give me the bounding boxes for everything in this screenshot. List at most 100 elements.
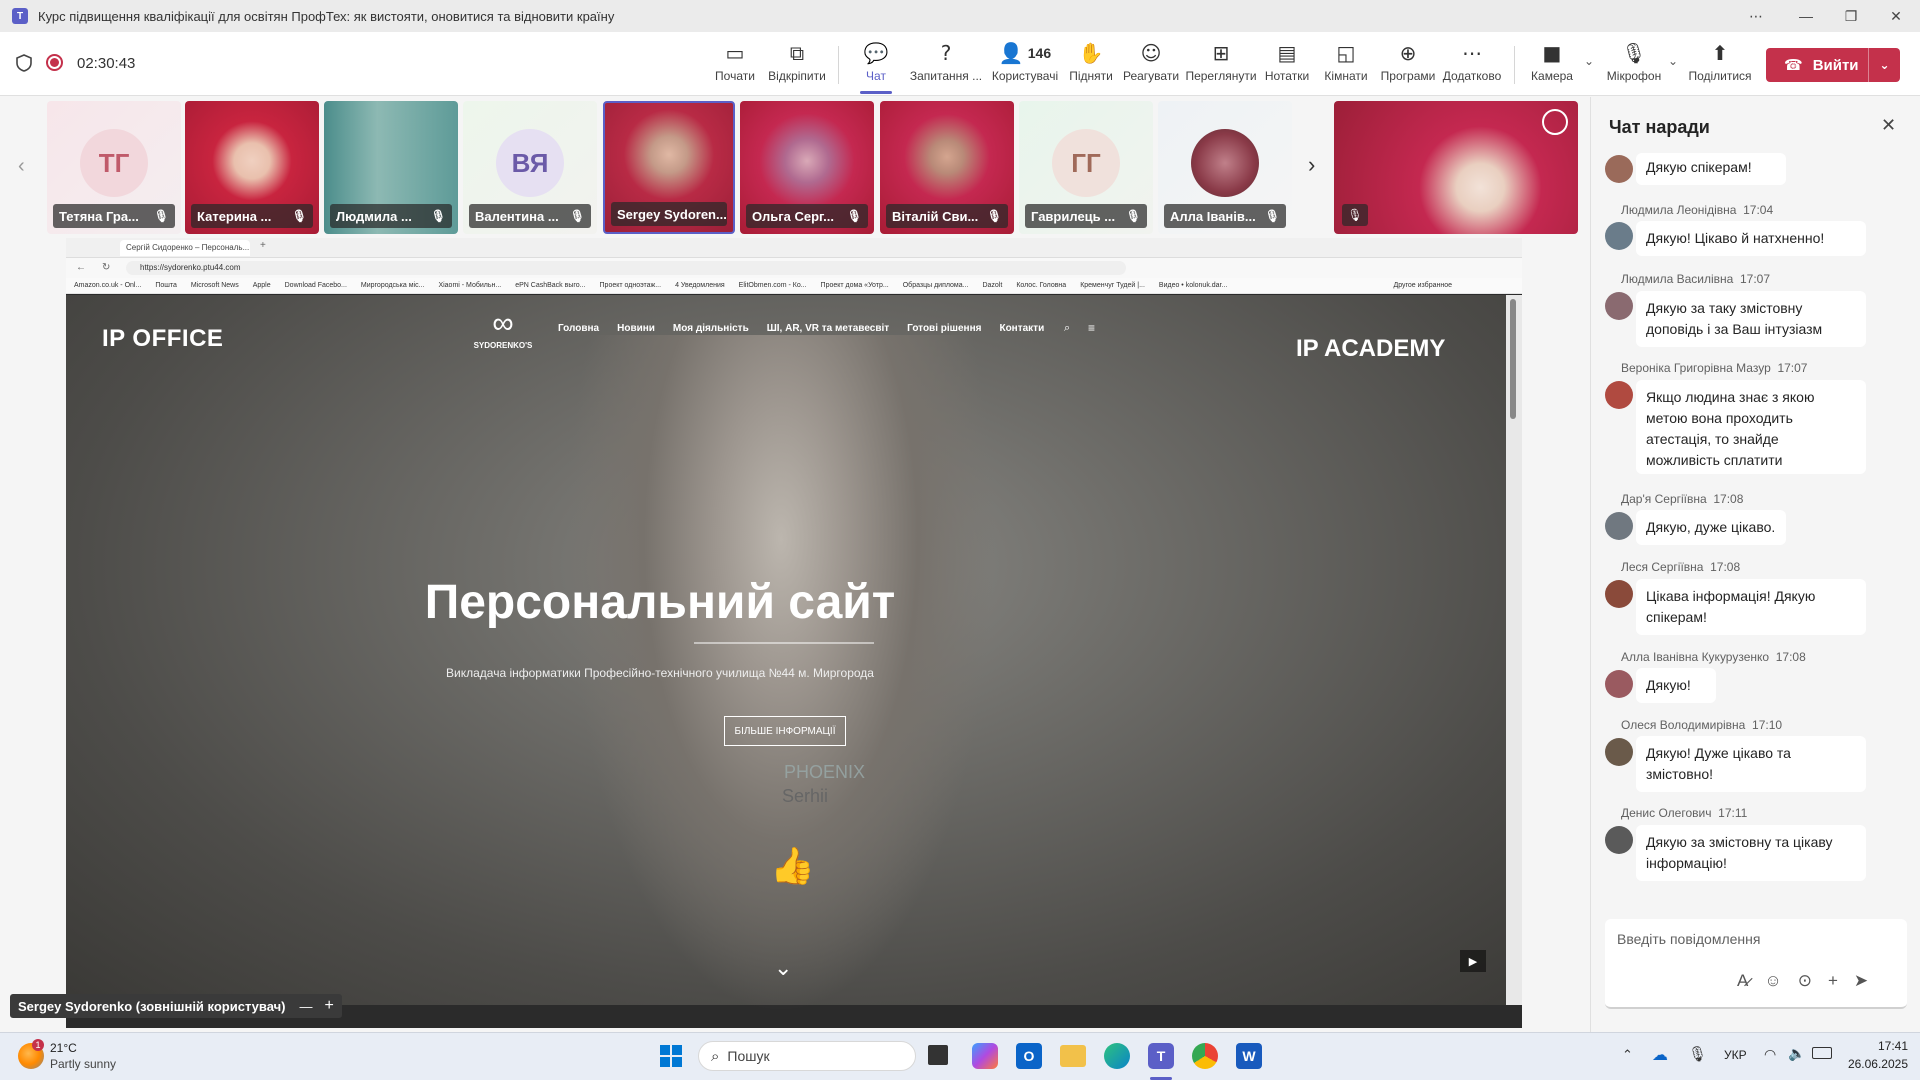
browser-tab[interactable]: Сергій Сидоренко – Персональ... — [120, 240, 250, 256]
close-chat-icon[interactable]: ✕ — [1881, 115, 1896, 136]
volume-icon[interactable]: 🔈 — [1788, 1045, 1805, 1062]
more-info-button[interactable]: БІЛЬШЕ ІНФОРМАЦІЇ — [724, 716, 846, 746]
apps-button[interactable]: ⊕ Програми — [1372, 40, 1444, 92]
attach-plus-icon[interactable]: + — [1828, 971, 1838, 991]
emoji-icon[interactable]: ☺ — [1764, 971, 1781, 991]
participant-tile[interactable]: Катерина ... 🎙 — [185, 101, 319, 234]
mic-button[interactable]: 🎙 Мікрофон — [1598, 40, 1670, 92]
bookmark[interactable]: ElitObmen.com - Ко... — [739, 282, 807, 289]
clock-date[interactable]: 26.06.2025 — [1840, 1057, 1908, 1071]
leave-options-chevron-icon[interactable]: ⌄ — [1868, 48, 1900, 82]
featured-speaker-tile[interactable]: 🎙 — [1334, 101, 1578, 234]
edge-icon[interactable] — [1104, 1043, 1130, 1069]
bookmark[interactable]: Xiaomi - Мобильн... — [438, 282, 501, 289]
nav-solutions[interactable]: Готові рішення — [907, 323, 981, 334]
scrollbar[interactable] — [1506, 295, 1522, 1005]
participant-tile[interactable]: Людмила ... 🎙 — [324, 101, 458, 234]
battery-icon[interactable] — [1812, 1047, 1832, 1059]
popout-button[interactable]: ⧉ Відкріпити — [761, 40, 833, 92]
reload-icon[interactable]: ↻ — [102, 262, 110, 273]
send-icon[interactable]: ➤ — [1854, 971, 1868, 991]
bookmark[interactable]: Apple — [253, 282, 271, 289]
message-input[interactable]: Введіть повідомлення — [1617, 931, 1760, 947]
tray-overflow-icon[interactable]: ⌃ — [1622, 1047, 1633, 1063]
camera-options-chevron-icon[interactable]: ⌄ — [1584, 54, 1594, 68]
bookmark[interactable]: 4 Уведомления — [675, 282, 725, 289]
start-menu-icon[interactable] — [660, 1045, 682, 1067]
taskbar-search[interactable]: ⌕ Пошук — [698, 1041, 916, 1071]
nav-home[interactable]: Головна — [558, 323, 599, 334]
event-logo-icon — [1542, 109, 1568, 135]
site-menu-icon[interactable]: ≡ — [1088, 321, 1095, 335]
chat-button[interactable]: 💬 Чат — [840, 40, 912, 94]
more-options-icon[interactable]: ⋯ — [1733, 0, 1779, 32]
nav-news[interactable]: Новини — [617, 323, 655, 334]
bookmark[interactable]: Download Facebo... — [285, 282, 347, 289]
outlook-icon[interactable]: O — [1016, 1043, 1042, 1069]
bookmark[interactable]: Другое избранное — [1393, 282, 1452, 289]
participant-name: Тетяна Гра... — [59, 208, 139, 224]
url-field[interactable]: https://sydorenko.ptu44.com — [126, 261, 1126, 275]
bookmark[interactable]: Проект дома «Уотр... — [821, 282, 889, 289]
back-icon[interactable]: ← — [76, 262, 86, 273]
share-button[interactable]: ⬆ Поділитися — [1684, 40, 1756, 92]
onedrive-icon[interactable]: ☁ — [1652, 1045, 1668, 1065]
clock-time[interactable]: 17:41 — [1858, 1039, 1908, 1053]
bookmark[interactable]: Кременчуг Тудей |... — [1080, 282, 1145, 289]
bookmark[interactable]: Образцы диплома... — [903, 282, 969, 289]
language-indicator[interactable]: УКР — [1724, 1048, 1747, 1062]
message-compose-box[interactable]: Введіть повідомлення A̷ ☺ ⊙ + ➤ — [1605, 919, 1907, 1009]
view-button[interactable]: ⊞ Переглянути — [1185, 40, 1257, 92]
strip-prev-arrow-icon[interactable]: ‹ — [18, 155, 25, 178]
title-bar: T Курс підвищення кваліфікації для освіт… — [0, 0, 1920, 32]
bookmark[interactable]: ePN CashBack выго... — [515, 282, 585, 289]
participant-tile[interactable]: Алла Іванів... 🎙 — [1158, 101, 1292, 234]
task-view-icon[interactable] — [928, 1045, 948, 1065]
react-button[interactable]: ☺ Реагувати — [1115, 40, 1187, 92]
zoom-in-icon[interactable]: + — [325, 997, 334, 1015]
new-tab-icon[interactable]: + — [260, 240, 266, 251]
camera-button[interactable]: ■ Камера — [1516, 40, 1588, 92]
wifi-icon[interactable]: ◠ — [1764, 1046, 1776, 1063]
strip-next-arrow-icon[interactable]: › — [1308, 152, 1315, 178]
bookmark[interactable]: Dazolt — [982, 282, 1002, 289]
close-window-button[interactable]: ✕ — [1873, 0, 1919, 32]
site-search-icon[interactable]: ⌕ — [1064, 322, 1070, 335]
format-icon[interactable]: A̷ — [1737, 971, 1748, 991]
bookmark[interactable]: Проект одноэтаж... — [600, 282, 662, 289]
participant-tile[interactable]: Віталій Сви... 🎙 — [880, 101, 1014, 234]
participant-tile[interactable]: ВЯ Валентина ... 🎙 — [463, 101, 597, 234]
bookmark[interactable]: Колос. Головна — [1016, 282, 1066, 289]
restore-button[interactable]: ❐ — [1828, 0, 1874, 32]
bookmark[interactable]: Миргородська міс... — [361, 282, 425, 289]
copilot-icon[interactable] — [972, 1043, 998, 1069]
loop-icon[interactable]: ⊙ — [1798, 971, 1812, 991]
mic-muted-tray-icon[interactable]: 🎙 — [1688, 1045, 1707, 1063]
bookmark[interactable]: Microsoft News — [191, 282, 239, 289]
sydorenko-logo[interactable]: ∞ SYDORENKO'S — [468, 307, 538, 350]
more-button[interactable]: ⋯ Додатково — [1436, 40, 1508, 92]
zoom-out-icon[interactable]: — — [300, 999, 313, 1014]
file-explorer-icon[interactable] — [1060, 1045, 1086, 1067]
nav-activity[interactable]: Моя діяльність — [673, 323, 749, 334]
minimize-button[interactable]: — — [1783, 0, 1829, 32]
chat-title: Чат наради — [1609, 117, 1710, 137]
participant-tile[interactable]: ТГ Тетяна Гра... 🎙 — [47, 101, 181, 234]
bookmark[interactable]: Amazon.co.uk - Onl... — [74, 282, 141, 289]
leave-button[interactable]: ☎ Вийти ⌄ — [1766, 48, 1900, 82]
people-button[interactable]: 👤 146 Користувачі — [988, 40, 1062, 92]
nav-contacts[interactable]: Контакти — [999, 323, 1044, 334]
participant-tile[interactable]: ГГ Гаврилець ... 🎙 — [1019, 101, 1153, 234]
bookmark[interactable]: Пошта — [155, 282, 177, 289]
video-play-icon[interactable]: ▶ — [1460, 950, 1486, 972]
participant-tile-active-speaker[interactable]: Sergey Sydoren... — [603, 101, 735, 234]
participant-tile[interactable]: Ольга Серг... 🎙 — [740, 101, 874, 234]
qa-button[interactable]: ? Запитання ... — [910, 40, 982, 92]
word-icon[interactable]: W — [1236, 1043, 1262, 1069]
mic-options-chevron-icon[interactable]: ⌄ — [1668, 54, 1678, 68]
scroll-down-chevron-icon[interactable]: ⌄ — [774, 955, 792, 981]
chrome-icon[interactable] — [1192, 1043, 1218, 1069]
bookmark[interactable]: Видео • kolonuk.dar... — [1159, 282, 1227, 289]
teams-icon[interactable]: T — [1148, 1043, 1174, 1069]
nav-ai-ar-vr[interactable]: ШІ, AR, VR та метавесвіт — [767, 323, 889, 334]
